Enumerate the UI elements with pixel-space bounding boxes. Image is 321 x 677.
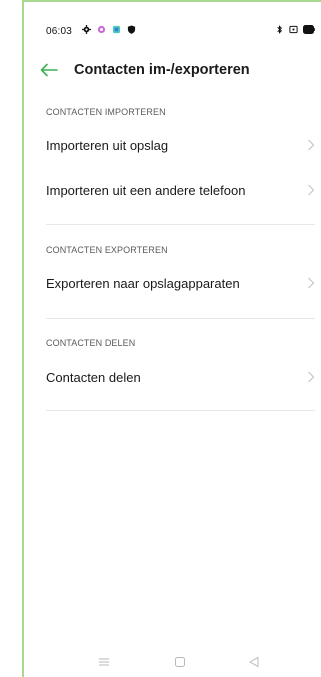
back-triangle-icon	[249, 657, 259, 667]
section-title-share: CONTACTEN DELEN	[46, 338, 136, 348]
nfc-icon	[289, 25, 298, 34]
status-bar: 06:03	[30, 22, 315, 40]
import-from-other-phone-item[interactable]: Importeren uit een andere telefoon	[46, 179, 315, 201]
app-notification-icon	[97, 25, 106, 34]
shield-icon	[127, 25, 136, 34]
section-title-export: CONTACTEN EXPORTEREN	[46, 245, 168, 255]
bluetooth-icon	[277, 25, 283, 34]
section-divider	[46, 224, 315, 225]
export-to-storage-item[interactable]: Exporteren naar opslagapparaten	[46, 272, 315, 294]
system-nav-bar	[30, 654, 315, 670]
chevron-right-icon	[308, 139, 315, 151]
app-header: Contacten im-/exporteren	[40, 58, 250, 82]
export-to-storage-label: Exporteren naar opslagapparaten	[46, 275, 240, 291]
import-from-storage-item[interactable]: Importeren uit opslag	[46, 134, 315, 156]
back-button[interactable]	[246, 654, 262, 670]
share-contacts-item[interactable]: Contacten delen	[46, 366, 315, 388]
home-button[interactable]	[172, 654, 188, 670]
frame-border-top	[22, 0, 321, 2]
settings-gear-icon	[82, 25, 91, 34]
system-status-icons	[275, 25, 315, 34]
notification-icons	[82, 25, 136, 34]
battery-icon	[303, 25, 315, 34]
page-title: Contacten im-/exporteren	[74, 62, 250, 78]
import-from-storage-label: Importeren uit opslag	[46, 137, 169, 153]
status-time: 06:03	[46, 26, 73, 37]
share-contacts-label: Contacten delen	[46, 369, 141, 385]
section-title-import: CONTACTEN IMPORTEREN	[46, 107, 166, 117]
recents-button[interactable]	[96, 654, 112, 670]
menu-icon	[99, 658, 109, 666]
back-arrow-icon[interactable]	[40, 63, 58, 77]
section-divider	[46, 410, 315, 411]
home-icon	[175, 657, 185, 667]
chevron-right-icon	[308, 371, 315, 383]
screen: 06:03 Contacten im-/exporteren CONTACTEN…	[0, 0, 321, 677]
frame-border-left	[22, 0, 24, 677]
import-from-other-phone-label: Importeren uit een andere telefoon	[46, 182, 246, 198]
section-divider	[46, 318, 315, 319]
chevron-right-icon	[308, 184, 315, 196]
chevron-right-icon	[308, 277, 315, 289]
app-notification-icon-2	[112, 25, 121, 34]
